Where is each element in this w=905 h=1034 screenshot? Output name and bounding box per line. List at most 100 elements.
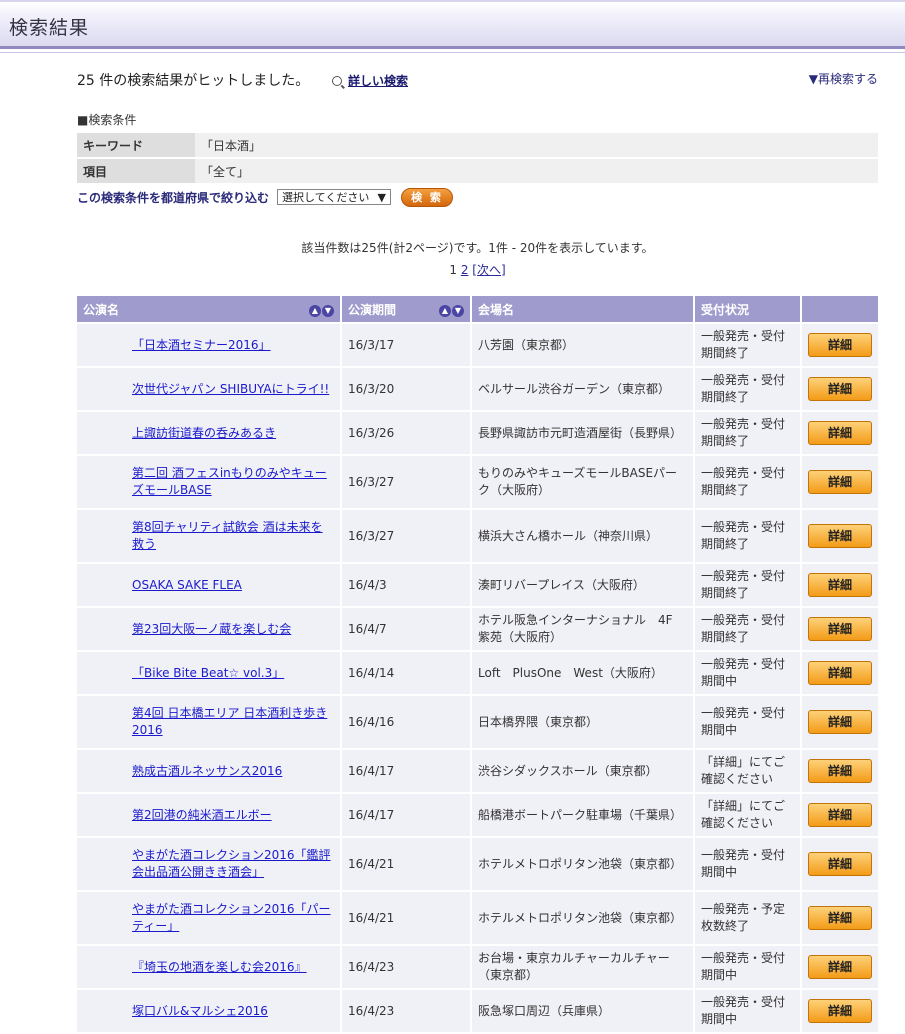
event-name-cell: 第4回 日本橋エリア 日本酒利き歩き2016 [77, 696, 342, 748]
sort-up-icon[interactable]: ▲ [439, 305, 451, 317]
event-date: 16/3/17 [342, 324, 472, 366]
conditions-title: ■検索条件 [77, 113, 137, 127]
detail-button[interactable]: 詳細 [808, 661, 872, 685]
detail-button[interactable]: 詳細 [808, 573, 872, 597]
hit-count-text: 25 件の検索結果がヒットしました。 [77, 73, 310, 89]
detail-cell: 詳細 [802, 794, 878, 836]
event-status: 一般発売・受付期間終了 [695, 324, 802, 366]
event-status: 一般発売・受付期間中 [695, 838, 802, 890]
table-row: 「日本酒セミナー2016」 16/3/17 八芳園（東京都） 一般発売・受付期間終了詳… [77, 324, 878, 366]
table-row: 塚口バル&マルシェ2016 16/4/23 阪急塚口周辺（兵庫県） 一般発売・受付期間… [77, 990, 878, 1032]
event-name-link[interactable]: 『埼玉の地酒を楽しむ会2016』 [132, 960, 307, 974]
sort-up-icon[interactable]: ▲ [309, 305, 321, 317]
event-venue: もりのみやキューズモールBASEパーク（大阪府） [472, 456, 695, 508]
event-name-link[interactable]: 第4回 日本橋エリア 日本酒利き歩き2016 [132, 706, 327, 737]
detail-button[interactable]: 詳細 [808, 617, 872, 641]
condition-value: 「日本酒」 [195, 133, 878, 157]
event-name-link[interactable]: 「日本酒セミナー2016」 [132, 338, 271, 352]
detail-button[interactable]: 詳細 [808, 955, 872, 979]
results-header-row: 公演名 ▲ ▼ 公演期間 ▲ ▼ 会場名 受付状況 [77, 296, 878, 322]
table-row: 熟成古酒ルネッサンス2016 16/4/17 渋谷シダックスホール（東京都） 「詳細」… [77, 750, 878, 792]
event-name-link[interactable]: 「Bike Bite Beat☆ vol.3」 [132, 666, 284, 680]
event-name-cell: 「Bike Bite Beat☆ vol.3」 [77, 652, 342, 694]
table-row: 上諏訪街道春の呑みあるき 16/3/26 長野県諏訪市元町造酒屋街（長野県） 一般発売… [77, 412, 878, 454]
condition-row: キーワード 「日本酒」 [77, 133, 878, 157]
table-row: OSAKA SAKE FLEA 16/4/3 湊町リバープレイス（大阪府） 一般発売・… [77, 564, 878, 606]
event-name-link[interactable]: OSAKA SAKE FLEA [132, 578, 242, 592]
research-label: 再検索する [817, 72, 878, 86]
event-date: 16/4/17 [342, 750, 472, 792]
detail-search-link[interactable]: 詳しい検索 [332, 72, 408, 89]
event-date: 16/4/14 [342, 652, 472, 694]
column-header-status: 受付状況 [695, 296, 802, 322]
event-venue: お台場・東京カルチャーカルチャー（東京都） [472, 946, 695, 988]
event-venue: ホテルメトロポリタン池袋（東京都） [472, 892, 695, 944]
event-name-link[interactable]: 次世代ジャパン SHIBUYAにトライ!! [132, 382, 329, 396]
event-name-link[interactable]: 塚口バル&マルシェ2016 [132, 1004, 268, 1018]
detail-cell: 詳細 [802, 564, 878, 606]
event-name-link[interactable]: 上諏訪街道春の呑みあるき [132, 426, 276, 440]
research-link[interactable]: ▼再検索する [809, 70, 878, 87]
detail-button[interactable]: 詳細 [808, 999, 872, 1023]
event-date: 16/4/17 [342, 794, 472, 836]
event-venue: 八芳園（東京都） [472, 324, 695, 366]
event-date: 16/3/27 [342, 510, 472, 562]
detail-button[interactable]: 詳細 [808, 710, 872, 734]
detail-button[interactable]: 詳細 [808, 470, 872, 494]
condition-key: 項目 [77, 159, 195, 183]
event-name-link[interactable]: 第23回大阪一ノ蔵を楽しむ会 [132, 622, 291, 636]
detail-button[interactable]: 詳細 [808, 377, 872, 401]
prefecture-select[interactable]: 選択してください ▼ [277, 189, 392, 205]
pagination: 1 2 [次へ] [77, 261, 878, 278]
condition-key: キーワード [77, 133, 195, 157]
sort-down-icon[interactable]: ▼ [452, 305, 464, 317]
column-header-name[interactable]: 公演名 ▲ ▼ [77, 296, 342, 322]
event-status: 一般発売・受付期間終了 [695, 564, 802, 606]
prefecture-select-value: 選択してください [282, 191, 370, 204]
event-name-link[interactable]: 第8回チャリティ試飲会 酒は未来を救う [132, 520, 323, 551]
event-status: 一般発売・予定枚数終了 [695, 892, 802, 944]
next-page-link[interactable]: [次へ] [472, 263, 505, 277]
table-row: 『埼玉の地酒を楽しむ会2016』 16/4/23 お台場・東京カルチャーカルチャー（… [77, 946, 878, 988]
event-status: 一般発売・受付期間終了 [695, 608, 802, 650]
detail-button[interactable]: 詳細 [808, 803, 872, 827]
detail-button[interactable]: 詳細 [808, 906, 872, 930]
sort-controls[interactable]: ▲ ▼ [438, 302, 464, 317]
detail-button[interactable]: 詳細 [808, 333, 872, 357]
event-name-cell: 第二回 酒フェスinもりのみやキューズモールBASE [77, 456, 342, 508]
event-venue: 長野県諏訪市元町造酒屋街（長野県） [472, 412, 695, 454]
table-row: 第23回大阪一ノ蔵を楽しむ会 16/4/7 ホテル阪急インターナショナル 4F 紫苑… [77, 608, 878, 650]
event-name-link[interactable]: やまがた酒コレクション2016「鑑評会出品酒公開きき酒会」 [132, 848, 331, 879]
event-venue: 阪急塚口周辺（兵庫県） [472, 990, 695, 1032]
event-name-link[interactable]: 熟成古酒ルネッサンス2016 [132, 764, 282, 778]
sort-controls[interactable]: ▲ ▼ [308, 302, 334, 317]
page-link-2[interactable]: 2 [461, 263, 469, 277]
sort-down-icon[interactable]: ▼ [322, 305, 334, 317]
detail-button[interactable]: 詳細 [808, 852, 872, 876]
conditions-table: キーワード 「日本酒」 項目 「全て」 [77, 131, 878, 185]
column-header-action [802, 296, 878, 322]
detail-cell: 詳細 [802, 456, 878, 508]
event-name-link[interactable]: やまがた酒コレクション2016「パーティー」 [132, 902, 331, 933]
header-rule [0, 52, 905, 53]
event-status: 一般発売・受付期間終了 [695, 456, 802, 508]
detail-button[interactable]: 詳細 [808, 759, 872, 783]
dropdown-arrow-icon: ▼ [377, 190, 387, 204]
event-name-link[interactable]: 第2回港の純米酒エルボー [132, 808, 272, 822]
detail-cell: 詳細 [802, 324, 878, 366]
detail-cell: 詳細 [802, 608, 878, 650]
detail-cell: 詳細 [802, 510, 878, 562]
detail-button[interactable]: 詳細 [808, 421, 872, 445]
results-table: 公演名 ▲ ▼ 公演期間 ▲ ▼ 会場名 受付状況 「日本酒セミナー2016」 16/… [77, 294, 878, 1034]
event-venue: 日本橋界隈（東京都） [472, 696, 695, 748]
column-header-date[interactable]: 公演期間 ▲ ▼ [342, 296, 472, 322]
event-name-link[interactable]: 第二回 酒フェスinもりのみやキューズモールBASE [132, 466, 327, 497]
detail-cell: 詳細 [802, 696, 878, 748]
filter-search-button[interactable]: 検 索 [401, 187, 454, 207]
detail-cell: 詳細 [802, 892, 878, 944]
column-header-venue: 会場名 [472, 296, 695, 322]
event-date: 16/4/3 [342, 564, 472, 606]
detail-button[interactable]: 詳細 [808, 524, 872, 548]
event-name-cell: 上諏訪街道春の呑みあるき [77, 412, 342, 454]
table-row: やまがた酒コレクション2016「鑑評会出品酒公開きき酒会」 16/4/21 ホテルメ… [77, 838, 878, 890]
